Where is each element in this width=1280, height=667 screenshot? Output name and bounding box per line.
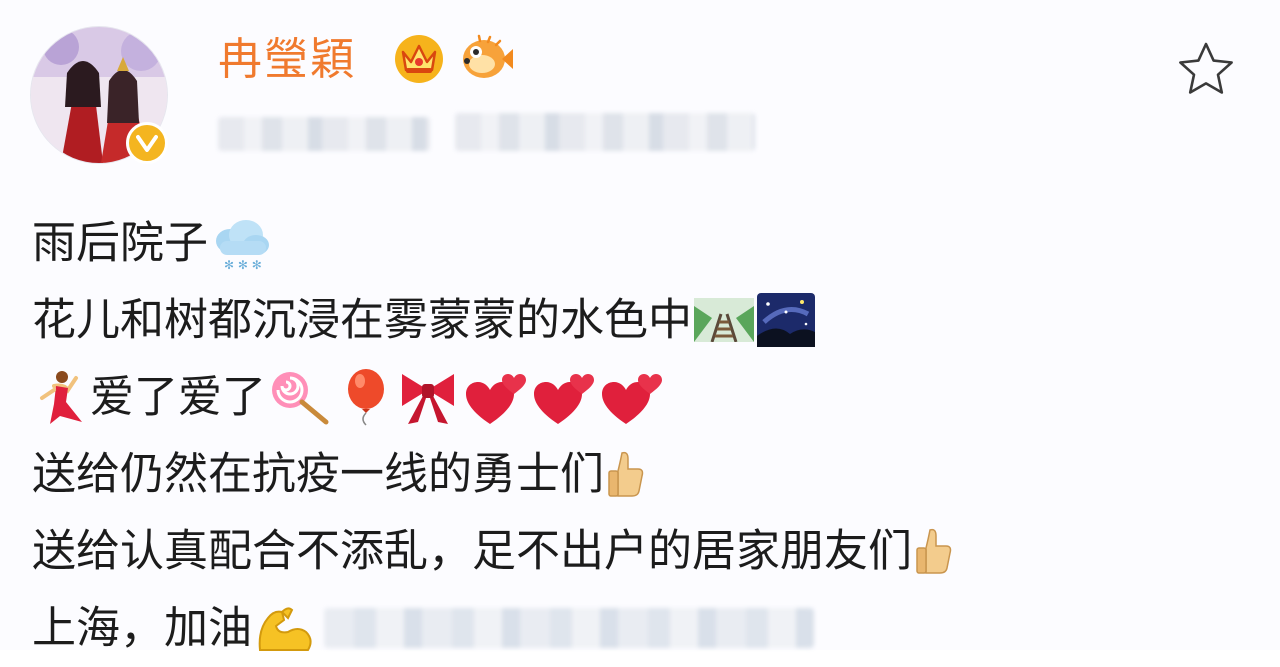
post-body: 雨后院子 ✻ ✻ ✻ 花儿和树都沉浸在雾蒙蒙的水色中 爱了爱了 送给仍然在抗疫一… [32,202,1252,664]
snow-cloud-icon: ✻ ✻ ✻ [210,215,272,271]
two-hearts-icon [600,368,664,426]
svg-text:✻ ✻ ✻: ✻ ✻ ✻ [224,258,262,271]
post-line-text: 送给认真配合不添乱，足不出户的居家朋友们 [32,525,912,577]
verified-badge-icon [126,122,168,164]
post-line-text: 爱了爱了 [90,371,266,423]
ribbon-icon [396,368,460,426]
crown-icon[interactable] [393,32,445,84]
dancer-icon [32,368,86,426]
post-line: 爱了爱了 [32,356,1252,433]
two-hearts-icon [464,368,528,426]
post-line: 送给认真配合不添乱，足不出户的居家朋友们 [32,510,1252,587]
post-source-redacted [455,113,755,151]
thumbs-up-icon [606,449,646,499]
thumbs-up-icon [914,526,954,576]
railway-track-icon [694,298,754,342]
two-hearts-icon [532,368,596,426]
star-outline-icon [1179,42,1233,94]
lollipop-icon [268,368,334,426]
post-tail-redacted [324,608,814,648]
username[interactable]: 冉瑩穎 [218,30,356,90]
avatar[interactable] [30,26,168,164]
post-line: 上海，加油 [32,587,1252,664]
flexed-biceps-icon [254,600,316,656]
post-line-text: 上海，加油 [32,602,252,654]
post-line-text: 送给仍然在抗疫一线的勇士们 [32,448,604,500]
favorite-button[interactable] [1176,40,1236,98]
pufferfish-icon[interactable] [458,32,514,84]
post-line-text: 雨后院子 [32,217,208,269]
night-sky-icon [756,292,816,348]
post-line: 花儿和树都沉浸在雾蒙蒙的水色中 [32,279,1252,356]
post-time-redacted [218,117,430,151]
post-line: 雨后院子 ✻ ✻ ✻ [32,202,1252,279]
balloon-icon [342,367,392,427]
weibo-post-card: 冉瑩穎 雨后院子 ✻ ✻ ✻ 花儿和树都沉浸在雾蒙蒙的水色中 爱了爱了 送给仍然… [0,0,1280,654]
post-line: 送给仍然在抗疫一线的勇士们 [32,433,1252,510]
post-line-text: 花儿和树都沉浸在雾蒙蒙的水色中 [32,294,692,346]
